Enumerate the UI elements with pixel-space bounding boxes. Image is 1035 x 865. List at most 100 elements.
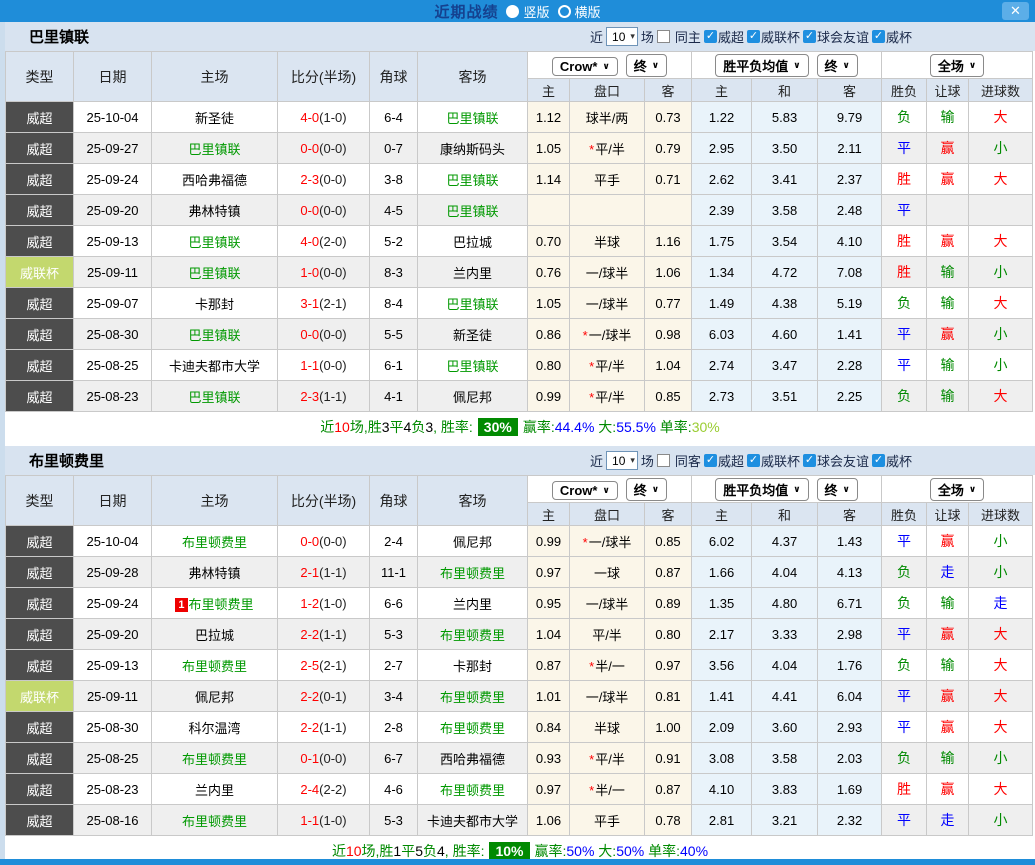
handicap-result-cell: 赢: [927, 619, 969, 650]
radio-vertical-label: 竖版: [523, 2, 549, 21]
odds-company-select[interactable]: Crow*∨: [552, 481, 618, 500]
summary-text: 单率:: [656, 417, 692, 437]
col-header: 比分(半场): [278, 476, 370, 526]
goals-result-cell: 大: [969, 226, 1033, 257]
table-body: 威超25-10-04布里顿费里0-0(0-0)2-4佩尼邦0.99*一/球半0.…: [6, 526, 1033, 836]
handicap-line-text: 半/一: [595, 783, 625, 798]
handicap-home-odds: 0.76: [528, 257, 570, 288]
league-checkbox-checked[interactable]: ✓: [704, 454, 717, 467]
same-venue-checkbox[interactable]: [657, 454, 670, 467]
match-scope-select[interactable]: 全场∨: [930, 478, 984, 501]
same-venue-checkbox[interactable]: [657, 30, 670, 43]
outcome-cell: 胜: [882, 226, 927, 257]
corner-cell: 4-1: [370, 381, 418, 412]
table-header: 类型日期主场比分(半场)角球客场Crow*∨终∨胜平负均值∨终∨全场∨主盘口客主…: [6, 52, 1033, 102]
date-cell: 25-08-25: [74, 743, 152, 774]
match-type-cell: 威超: [6, 381, 74, 412]
table-row: 威超25-09-13巴里镇联4-0(2-0)5-2巴拉城0.70半球1.161.…: [6, 226, 1033, 257]
league-label: 威联杯: [761, 27, 800, 46]
radio-selected-icon: [506, 5, 519, 18]
league-checkbox-checked[interactable]: ✓: [747, 454, 760, 467]
summary-text: 单率:: [644, 841, 680, 859]
fulltime-score: 2-1: [300, 565, 319, 580]
league-checkbox-checked[interactable]: ✓: [803, 454, 816, 467]
summary-text: 1: [393, 843, 401, 859]
league-checkbox-checked[interactable]: ✓: [747, 30, 760, 43]
corner-cell: 3-4: [370, 681, 418, 712]
table-row: 威超25-10-04新圣徒4-0(1-0)6-4巴里镇联1.12球半/两0.73…: [6, 102, 1033, 133]
handicap-result-cell: 赢: [927, 526, 969, 557]
handicap-result-cell: 赢: [927, 774, 969, 805]
fulltime-score: 2-2: [300, 689, 319, 704]
close-button[interactable]: ✕: [1002, 2, 1029, 20]
away-team-cell: 布里顿费里: [418, 681, 528, 712]
handicap-change-star: *: [589, 752, 594, 767]
sub-col-header: 主: [692, 503, 752, 526]
away-team-name: 兰内里: [453, 266, 492, 281]
goals-result-cell: 大: [969, 619, 1033, 650]
match-count-select[interactable]: 10▾: [606, 451, 638, 470]
odds-company-select[interactable]: Crow*∨: [552, 57, 618, 76]
handicap-away-odds: 0.97: [645, 650, 692, 681]
games-unit-label: 场: [641, 451, 654, 470]
odds-final-select[interactable]: 终∨: [626, 54, 667, 77]
sub-col-header: 客: [818, 503, 882, 526]
away-team-cell: 新圣徒: [418, 319, 528, 350]
layout-horizontal-radio[interactable]: 横版: [558, 2, 601, 21]
handicap-line: 一球: [570, 557, 645, 588]
match-scope-select[interactable]: 全场∨: [930, 54, 984, 77]
match-count-select[interactable]: 10▾: [606, 27, 638, 46]
handicap-result-cell: 走: [927, 805, 969, 836]
avg-home-odds: 1.34: [692, 257, 752, 288]
away-team-cell: 佩尼邦: [418, 526, 528, 557]
avg-final-select[interactable]: 终∨: [817, 478, 858, 501]
home-team-cell: 布里顿费里: [152, 743, 278, 774]
match-type-cell: 威超: [6, 743, 74, 774]
avg-away-odds: 2.93: [818, 712, 882, 743]
score-cell: 4-0(2-0): [278, 226, 370, 257]
halftime-score: (1-1): [319, 627, 346, 642]
halftime-score: (2-0): [319, 234, 346, 249]
avg-final-select[interactable]: 终∨: [817, 54, 858, 77]
halftime-score: (1-0): [319, 110, 346, 125]
avg-odds-select[interactable]: 胜平负均值∨: [715, 54, 808, 77]
outcome-cell: 平: [882, 195, 927, 226]
dialog-titlebar: 近期战绩 竖版 横版 ✕: [0, 0, 1035, 22]
away-team-name: 布里顿费里: [440, 721, 505, 736]
home-team-cell: 布里顿费里: [152, 650, 278, 681]
scope-group: 全场∨: [882, 476, 1033, 503]
handicap-change-star: *: [589, 783, 594, 798]
handicap-line-text: 平/半: [595, 390, 625, 405]
away-team-name: 西哈弗福德: [440, 752, 505, 767]
odds-final-select[interactable]: 终∨: [626, 478, 667, 501]
league-checkbox-checked[interactable]: ✓: [704, 30, 717, 43]
col-header: 日期: [74, 52, 152, 102]
handicap-line: *平/半: [570, 350, 645, 381]
league-checkbox-checked[interactable]: ✓: [872, 454, 885, 467]
summary-text: 10: [334, 419, 350, 435]
summary-text: 3: [425, 419, 433, 435]
matches-table: 类型日期主场比分(半场)角球客场Crow*∨终∨胜平负均值∨终∨全场∨主盘口客主…: [5, 475, 1033, 836]
summary-text: 10: [346, 843, 362, 859]
match-type-cell: 威超: [6, 288, 74, 319]
league-checkbox-checked[interactable]: ✓: [803, 30, 816, 43]
handicap-line-text: 平/半: [595, 359, 625, 374]
handicap-home-odds: 1.05: [528, 288, 570, 319]
avg-odds-select[interactable]: 胜平负均值∨: [715, 478, 808, 501]
league-filter: ✓威联杯: [747, 27, 800, 46]
date-cell: 25-09-24: [74, 588, 152, 619]
layout-vertical-radio[interactable]: 竖版: [506, 2, 549, 21]
avg-draw-odds: 4.80: [752, 588, 818, 619]
fulltime-score: 2-3: [300, 172, 319, 187]
halftime-score: (1-1): [319, 720, 346, 735]
corner-cell: 6-7: [370, 743, 418, 774]
table-row: 威超25-08-30巴里镇联0-0(0-0)5-5新圣徒0.86*一/球半0.9…: [6, 319, 1033, 350]
handicap-home-odds: 0.87: [528, 650, 570, 681]
home-team-name: 巴拉城: [195, 628, 234, 643]
league-checkbox-checked[interactable]: ✓: [872, 30, 885, 43]
team-filter-band: 布里顿费里 近10▾场同客✓威超✓威联杯✓球会友谊✓威杯: [5, 446, 1035, 475]
handicap-result-cell: 赢: [927, 133, 969, 164]
near-label: 近: [590, 451, 603, 470]
table-row: 威超25-08-23兰内里2-4(2-2)4-6布里顿费里0.97*半/一0.8…: [6, 774, 1033, 805]
select-arrow-icon: ▾: [630, 455, 635, 466]
